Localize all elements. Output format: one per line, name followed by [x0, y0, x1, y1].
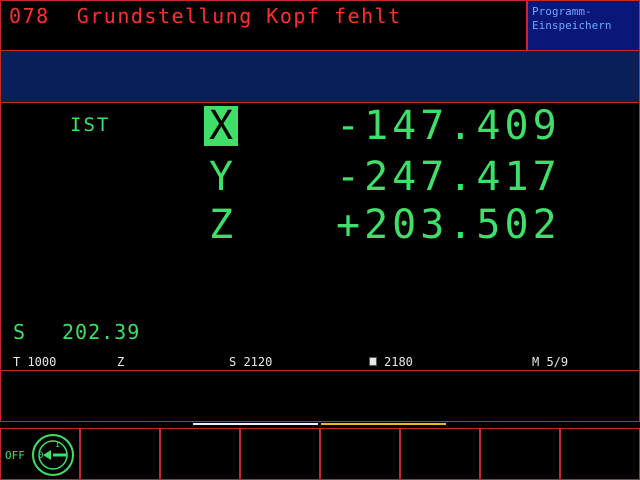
spindle-label: S — [13, 320, 26, 344]
axis-value-z: +203.502 — [336, 202, 561, 248]
softkey-3[interactable] — [160, 428, 240, 480]
softkey-4[interactable] — [240, 428, 320, 480]
axis-value-x: -147.409 — [336, 103, 561, 149]
status-m-function: M 5/9 — [532, 355, 569, 369]
softkey-level-indicator-yellow — [321, 423, 446, 425]
program-box-line-2: Einspeichern — [532, 19, 612, 32]
status-feed: 2180 — [384, 355, 413, 369]
status-tool-axis: Z — [117, 355, 125, 369]
softkey-5[interactable] — [320, 428, 400, 480]
axis-label-z[interactable]: Z — [204, 205, 238, 245]
softkey-8[interactable] — [560, 428, 640, 480]
message-row — [0, 371, 640, 422]
spindle-value: 202.39 — [62, 320, 141, 344]
softkey-7[interactable] — [480, 428, 560, 480]
status-band — [0, 51, 640, 103]
program-box-line-1: Programm- — [532, 5, 592, 18]
softkey-off-label: OFF — [5, 449, 25, 462]
position-mode-label: IST — [70, 114, 111, 136]
axis-label-x[interactable]: X — [204, 106, 238, 146]
status-tool: T 1000 — [13, 355, 57, 369]
dial-number-0: 0 — [38, 451, 43, 461]
error-message-text: 078 Grundstellung Kopf fehlt — [9, 4, 402, 28]
axis-value-y: -247.417 — [336, 154, 561, 200]
feed-icon — [369, 357, 377, 366]
softkey-level-indicator-white — [193, 423, 318, 425]
axis-label-y[interactable]: Y — [204, 157, 238, 197]
status-spindle-speed: S 2120 — [229, 355, 273, 369]
program-store-box[interactable]: Programm- Einspeichern — [527, 0, 640, 51]
spindle-override-dial-icon[interactable]: 0 1 — [31, 433, 75, 477]
softkey-2[interactable] — [80, 428, 160, 480]
error-message-bar: 078 Grundstellung Kopf fehlt — [0, 0, 527, 51]
dial-number-1: 1 — [55, 440, 60, 449]
softkey-6[interactable] — [400, 428, 480, 480]
